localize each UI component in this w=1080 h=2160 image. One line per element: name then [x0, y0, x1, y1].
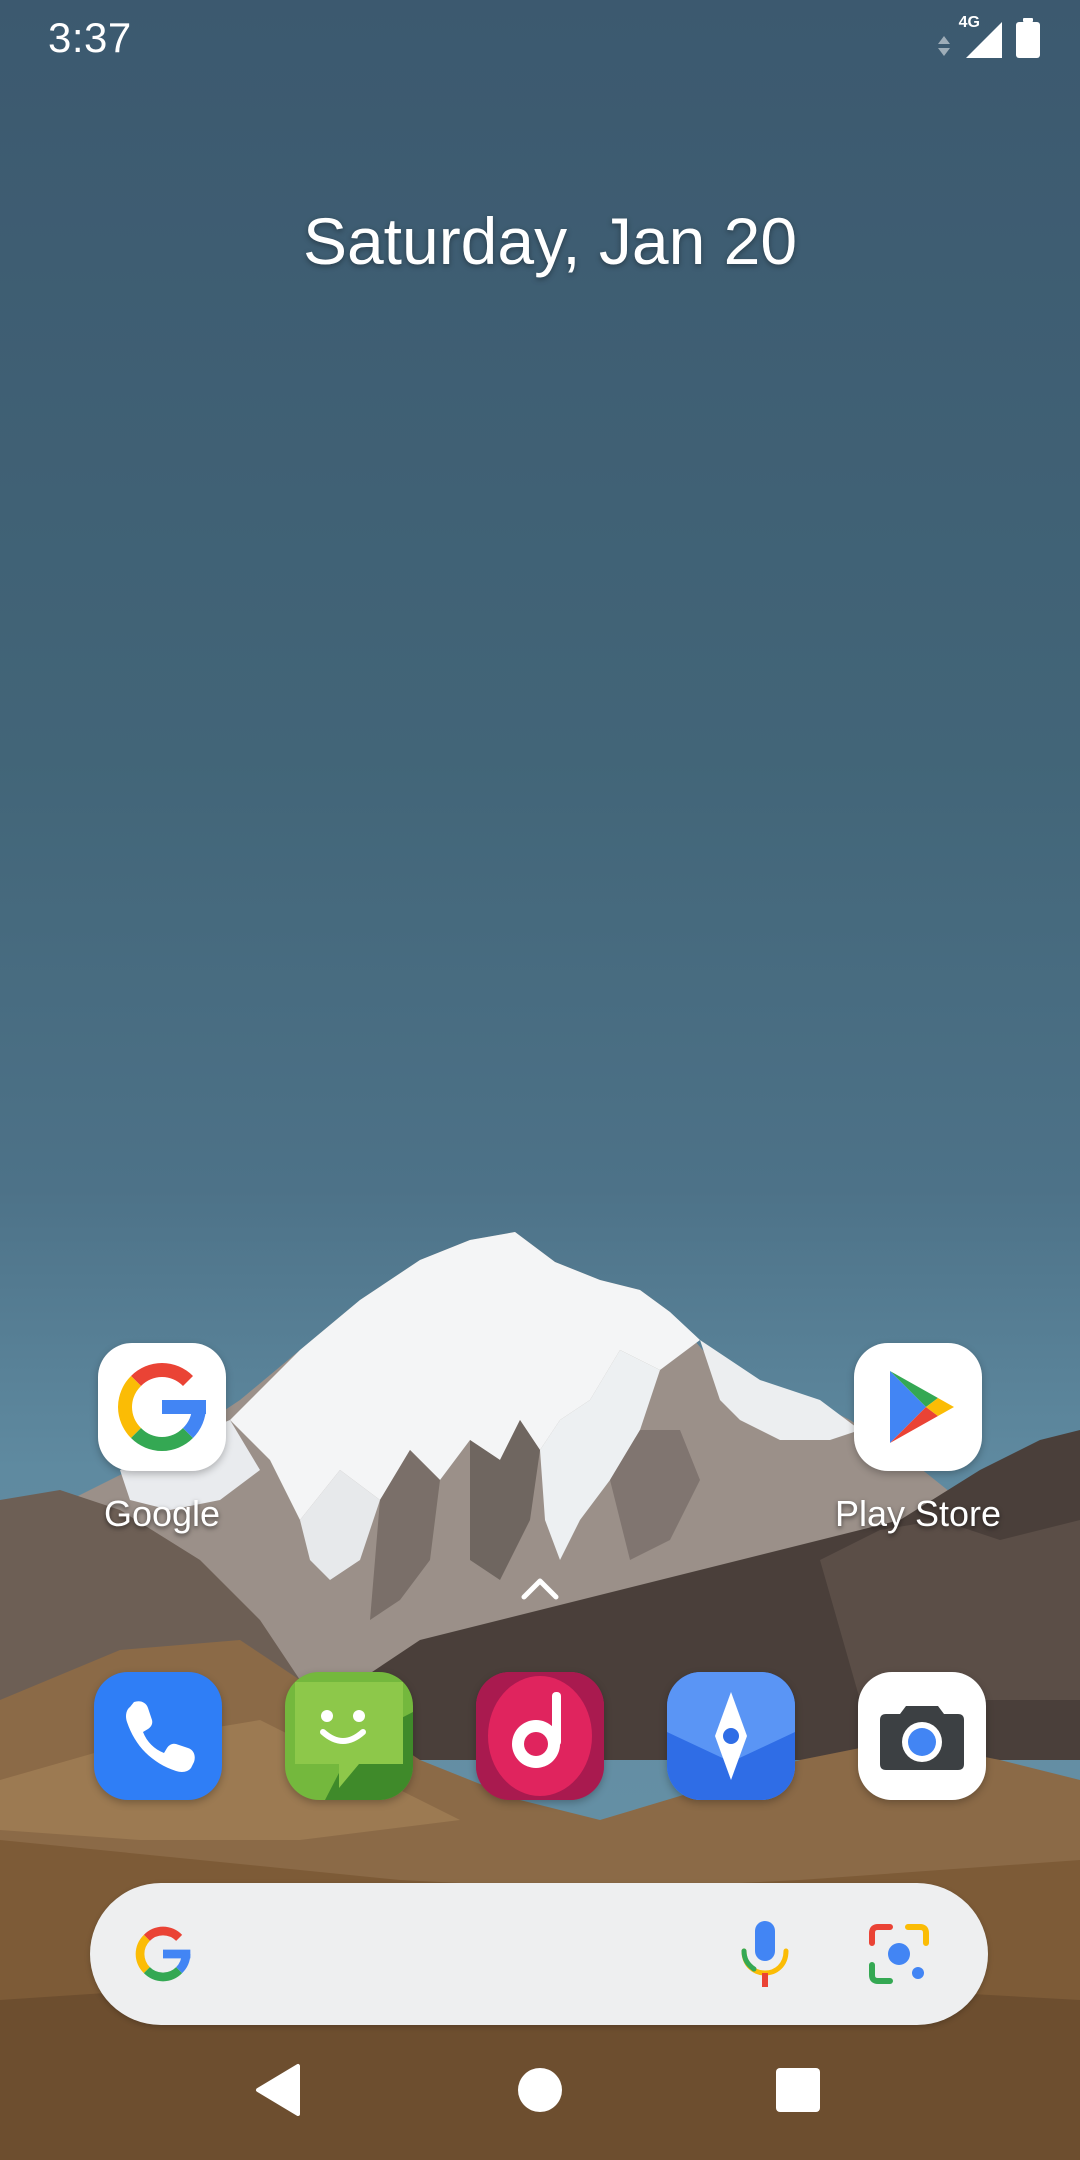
app-camera[interactable]	[858, 1672, 986, 1800]
chevron-up-icon[interactable]	[520, 1575, 560, 1601]
lens-icon[interactable]	[864, 1919, 934, 1989]
status-clock: 3:37	[48, 14, 132, 61]
battery-icon	[1016, 18, 1040, 58]
signal-icon	[966, 22, 1002, 58]
phone-icon	[94, 1672, 222, 1800]
app-music[interactable]	[476, 1672, 604, 1800]
app-label: Google	[103, 1493, 221, 1534]
status-icons	[936, 14, 1040, 58]
app-label: Play Store	[834, 1493, 1002, 1534]
home-icon[interactable]	[508, 2058, 572, 2122]
microphone-icon[interactable]	[730, 1917, 800, 1991]
status-bar: 3:37 4G	[0, 0, 1080, 72]
camera-icon	[858, 1672, 986, 1800]
back-icon[interactable]	[248, 2058, 312, 2122]
data-arrows-icon	[938, 36, 950, 56]
google-g-icon	[135, 1926, 191, 1982]
app-phone[interactable]	[94, 1672, 222, 1800]
music-icon	[476, 1672, 604, 1800]
mountain-wallpaper	[0, 1232, 1080, 2160]
search-bar[interactable]	[90, 1883, 988, 2025]
wallpaper	[0, 0, 1080, 2160]
play-store-icon	[854, 1343, 982, 1471]
maps-icon	[667, 1672, 795, 1800]
messages-icon	[285, 1672, 413, 1800]
app-messages[interactable]	[285, 1672, 413, 1800]
home-date[interactable]: Saturday, Jan 20	[0, 203, 1080, 279]
recents-icon[interactable]	[766, 2058, 830, 2122]
navigation-bar	[0, 2040, 1080, 2140]
app-maps[interactable]	[667, 1672, 795, 1800]
google-icon	[98, 1343, 226, 1471]
app-play-store[interactable]: Play Store	[818, 1343, 1018, 1535]
app-google[interactable]: Google	[62, 1343, 262, 1535]
